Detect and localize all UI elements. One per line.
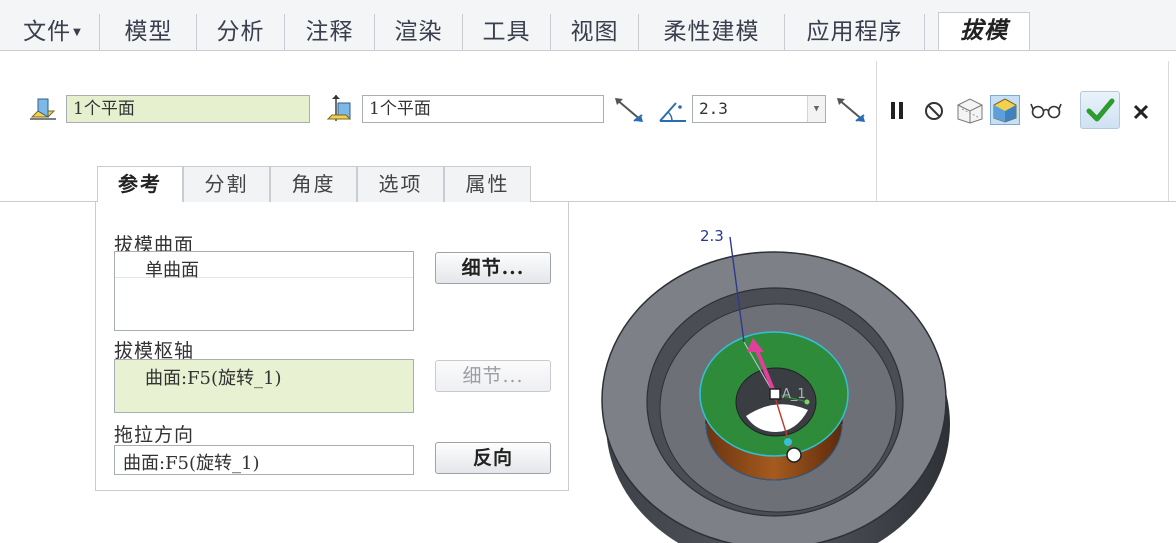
tab-options[interactable]: 选项 — [357, 166, 444, 202]
no-preview-icon[interactable] — [922, 99, 946, 123]
draft-hinges-collector[interactable]: 1个平面 — [362, 95, 604, 123]
draft-hinges-list[interactable]: 曲面:F5(旋转_1) — [114, 359, 414, 413]
tab-references[interactable]: 参考 — [97, 166, 183, 203]
draft-hinge-icon[interactable] — [324, 93, 354, 123]
tab-properties[interactable]: 属性 — [444, 166, 531, 202]
axis-label: A_1 — [782, 387, 806, 402]
flip-direction-icon[interactable] — [612, 95, 646, 125]
feature-preview-toggle[interactable] — [990, 95, 1020, 125]
draft-surface-icon[interactable] — [28, 95, 58, 123]
tab-analysis[interactable]: 分析 — [197, 14, 285, 50]
pause-icon[interactable] — [888, 99, 908, 123]
ribbon-separator — [1168, 61, 1169, 201]
tab-splits[interactable]: 分割 — [183, 166, 270, 202]
graphics-viewport[interactable]: 2.3 A_1 — [570, 202, 1176, 543]
feature-preview-icon — [993, 98, 1017, 123]
ribbon-tab-bar: 文件 ▼ 模型 分析 注释 渲染 工具 视图 柔性建模 应用程序 拔模 — [0, 0, 1176, 50]
pull-direction-label: 拖拉方向 — [114, 424, 195, 446]
angle-dimension-label[interactable]: 2.3 — [700, 227, 724, 245]
tab-tools[interactable]: 工具 — [463, 14, 551, 50]
close-icon[interactable] — [1130, 101, 1152, 123]
tab-flexible-modeling[interactable]: 柔性建模 — [639, 14, 785, 50]
ok-button[interactable] — [1080, 91, 1120, 129]
draft-surfaces-details-button[interactable]: 细节... — [435, 252, 551, 284]
ribbon-separator — [876, 61, 877, 201]
flip-pull-direction-button[interactable]: 反向 — [435, 442, 551, 474]
draft-surfaces-list[interactable]: 单曲面 — [114, 251, 414, 331]
tab-annotate[interactable]: 注释 — [285, 14, 375, 50]
glasses-icon[interactable] — [1030, 101, 1062, 121]
tab-angles[interactable]: 角度 — [270, 166, 357, 202]
flip-angle-icon[interactable] — [834, 95, 868, 125]
pull-direction-collector[interactable]: 曲面:F5(旋转_1) — [114, 445, 414, 475]
drag-handle[interactable] — [786, 447, 802, 463]
tab-view[interactable]: 视图 — [551, 14, 639, 50]
pull-direction-item: 曲面:F5(旋转_1) — [123, 453, 260, 474]
tab-model[interactable]: 模型 — [101, 14, 197, 50]
tab-applications[interactable]: 应用程序 — [785, 14, 925, 50]
tab-file[interactable]: 文件 ▼ — [6, 14, 100, 50]
angle-icon — [659, 102, 686, 122]
draft-angle-value: 2.3 — [699, 99, 728, 118]
draft-hinges-details-button[interactable]: 细节... — [435, 360, 551, 392]
draft-hinges-item: 曲面:F5(旋转_1) — [145, 368, 282, 389]
tab-file-label: 文件 — [23, 19, 72, 45]
tab-render[interactable]: 渲染 — [375, 14, 463, 50]
drag-handle[interactable] — [784, 438, 792, 446]
chevron-down-icon: ▼ — [73, 27, 82, 38]
draft-surfaces-item: 单曲面 — [145, 260, 199, 281]
verify-preview-icon[interactable] — [954, 95, 986, 125]
draft-surfaces-collector[interactable]: 1个平面 — [66, 95, 310, 123]
tab-draft[interactable]: 拔模 — [938, 12, 1030, 50]
check-icon — [1086, 98, 1115, 122]
drag-handle[interactable] — [769, 388, 781, 400]
part-model: 2.3 A_1 — [601, 227, 950, 543]
chevron-down-icon[interactable]: ▼ — [807, 96, 825, 122]
references-panel: 拔模曲面 单曲面 细节... 拔模枢轴 曲面:F5(旋转_1) 细节... 拖拉… — [95, 202, 569, 491]
list-item[interactable]: 单曲面 — [115, 252, 413, 281]
draft-angle-input[interactable]: 2.3 ▼ — [692, 95, 826, 123]
